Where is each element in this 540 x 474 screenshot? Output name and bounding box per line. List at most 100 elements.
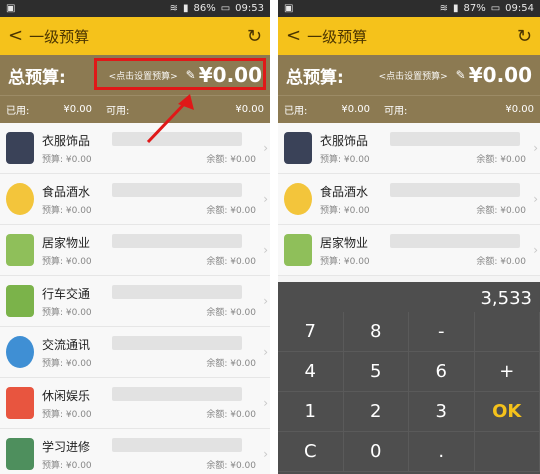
clothing-icon bbox=[284, 132, 312, 164]
key-2[interactable]: 2 bbox=[343, 392, 409, 432]
total-budget-amount[interactable]: ¥0.00 bbox=[469, 63, 532, 87]
total-budget-bar[interactable]: 总预算: <点击设置预算> ✎ ¥0.00 bbox=[278, 55, 540, 95]
list-item[interactable]: 休闲娱乐 预算: ¥0.00 余额: ¥0.00 › bbox=[0, 378, 270, 429]
budget-value: 预算: ¥0.00 bbox=[42, 257, 92, 267]
chevron-right-icon: › bbox=[263, 243, 268, 257]
ok-button[interactable]: OK bbox=[474, 392, 540, 432]
key-minus[interactable]: - bbox=[409, 312, 475, 352]
right-screenshot: ▣ ≋ ▮ 87% ▭ 09:54 < 一级预算 ↻ 总预算: <点击设置预算>… bbox=[278, 0, 540, 474]
available-label: 可用: bbox=[384, 106, 408, 117]
wifi-icon: ≋ bbox=[169, 3, 178, 14]
budget-value: 预算: ¥0.00 bbox=[42, 461, 92, 471]
list-item[interactable]: 衣服饰品 预算: ¥0.00 余额: ¥0.00 › bbox=[0, 123, 270, 174]
category-list: 衣服饰品 预算: ¥0.00 余额: ¥0.00 › 食品酒水 预算: ¥0.0… bbox=[278, 123, 540, 276]
study-icon bbox=[6, 438, 34, 470]
left-screenshot: ▣ ≋ ▮ 86% ▭ 09:53 < 一级预算 ↻ 总预算: <点击设置预算>… bbox=[0, 0, 270, 474]
wifi-icon: ≋ bbox=[439, 3, 448, 14]
key-dot[interactable]: . bbox=[409, 432, 475, 472]
divider bbox=[270, 0, 278, 474]
list-item[interactable]: 行车交通 预算: ¥0.00 余额: ¥0.00 › bbox=[0, 276, 270, 327]
balance-value: 余额: ¥0.00 bbox=[206, 308, 256, 318]
category-name: 交流通讯 bbox=[42, 338, 91, 352]
refresh-icon[interactable]: ↻ bbox=[247, 26, 262, 47]
budget-summary: 已用: ¥0.00 可用: ¥0.00 bbox=[0, 95, 270, 123]
clock: 09:54 bbox=[505, 3, 534, 14]
category-name: 衣服饰品 bbox=[42, 134, 91, 148]
redacted-bar bbox=[112, 285, 242, 299]
key-5[interactable]: 5 bbox=[343, 352, 409, 392]
back-button[interactable]: < bbox=[8, 27, 23, 45]
list-item[interactable]: 食品酒水 预算: ¥0.00 余额: ¥0.00 › bbox=[0, 174, 270, 225]
list-item[interactable]: 居家物业 预算: ¥0.00 余额: ¥0.00 › bbox=[278, 225, 540, 276]
redacted-bar bbox=[390, 183, 520, 197]
redacted-bar bbox=[112, 183, 242, 197]
key-clear[interactable]: C bbox=[278, 432, 344, 472]
home-icon bbox=[284, 234, 312, 266]
available-value: ¥0.00 bbox=[235, 104, 264, 115]
total-budget-label: 总预算: bbox=[8, 67, 66, 88]
used-value: ¥0.00 bbox=[341, 104, 371, 115]
budget-value: 预算: ¥0.00 bbox=[42, 206, 92, 216]
list-item[interactable]: 食品酒水 预算: ¥0.00 余额: ¥0.00 › bbox=[278, 174, 540, 225]
budget-value: 预算: ¥0.00 bbox=[320, 257, 370, 267]
total-budget-label: 总预算: bbox=[286, 67, 344, 88]
screen-root: ▣ ≋ ▮ 86% ▭ 09:53 < 一级预算 ↻ 总预算: <点击设置预算>… bbox=[0, 0, 540, 474]
redacted-bar bbox=[390, 234, 520, 248]
category-name: 居家物业 bbox=[42, 236, 91, 250]
status-bar: ▣ ≋ ▮ 87% ▭ 09:54 bbox=[278, 0, 540, 17]
key-7[interactable]: 7 bbox=[278, 312, 344, 352]
category-name: 食品酒水 bbox=[320, 185, 369, 199]
signal-icon: ▮ bbox=[452, 3, 459, 14]
page-title: 一级预算 bbox=[29, 27, 90, 46]
budget-value: 预算: ¥0.00 bbox=[320, 206, 370, 216]
set-budget-hint[interactable]: <点击设置预算> bbox=[379, 69, 448, 82]
back-button[interactable]: < bbox=[286, 27, 301, 45]
used-label: 已用: bbox=[284, 106, 308, 117]
balance-value: 余额: ¥0.00 bbox=[206, 359, 256, 369]
key-3[interactable]: 3 bbox=[409, 392, 475, 432]
battery-percent: 86% bbox=[193, 3, 216, 14]
battery-icon: ▭ bbox=[490, 3, 501, 14]
key-plus[interactable]: + bbox=[474, 352, 540, 392]
key-4[interactable]: 4 bbox=[278, 352, 344, 392]
chevron-right-icon: › bbox=[263, 294, 268, 308]
redacted-bar bbox=[112, 387, 242, 401]
clothing-icon bbox=[6, 132, 34, 164]
battery-percent: 87% bbox=[463, 3, 486, 14]
app-header: < 一级预算 ↻ bbox=[0, 17, 270, 55]
food-icon bbox=[284, 183, 312, 215]
list-item[interactable]: 居家物业 预算: ¥0.00 余额: ¥0.00 › bbox=[0, 225, 270, 276]
red-arrow-icon bbox=[146, 94, 194, 144]
refresh-icon[interactable]: ↻ bbox=[517, 26, 532, 47]
category-name: 居家物业 bbox=[320, 236, 369, 250]
key-6[interactable]: 6 bbox=[409, 352, 475, 392]
category-name: 行车交通 bbox=[42, 287, 91, 301]
key-empty bbox=[474, 432, 540, 472]
home-icon bbox=[6, 234, 34, 266]
budget-value: 预算: ¥0.00 bbox=[320, 155, 370, 165]
clock: 09:53 bbox=[235, 3, 264, 14]
chevron-right-icon: › bbox=[533, 243, 538, 257]
category-name: 衣服饰品 bbox=[320, 134, 369, 148]
key-0[interactable]: 0 bbox=[343, 432, 409, 472]
balance-value: 余额: ¥0.00 bbox=[206, 155, 256, 165]
key-1[interactable]: 1 bbox=[278, 392, 344, 432]
key-empty bbox=[474, 312, 540, 352]
balance-value: 余额: ¥0.00 bbox=[476, 206, 526, 216]
category-list: 衣服饰品 预算: ¥0.00 余额: ¥0.00 › 食品酒水 预算: ¥0.0… bbox=[0, 123, 270, 474]
budget-value: 预算: ¥0.00 bbox=[42, 359, 92, 369]
chevron-right-icon: › bbox=[263, 192, 268, 206]
status-bar: ▣ ≋ ▮ 86% ▭ 09:53 bbox=[0, 0, 270, 17]
gallery-icon: ▣ bbox=[284, 3, 294, 14]
key-8[interactable]: 8 bbox=[343, 312, 409, 352]
list-item[interactable]: 衣服饰品 预算: ¥0.00 余额: ¥0.00 › bbox=[278, 123, 540, 174]
pencil-icon[interactable]: ✎ bbox=[456, 68, 466, 82]
keypad-grid: 7 8 - 4 5 6 + 1 2 3 OK C 0 . bbox=[278, 312, 540, 472]
battery-icon: ▭ bbox=[220, 3, 231, 14]
balance-value: 余额: ¥0.00 bbox=[206, 410, 256, 420]
balance-value: 余额: ¥0.00 bbox=[206, 257, 256, 267]
category-name: 食品酒水 bbox=[42, 185, 91, 199]
list-item[interactable]: 学习进修 预算: ¥0.00 余额: ¥0.00 › bbox=[0, 429, 270, 474]
list-item[interactable]: 交流通讯 预算: ¥0.00 余额: ¥0.00 › bbox=[0, 327, 270, 378]
keypad-display: 3,533 bbox=[278, 282, 540, 312]
